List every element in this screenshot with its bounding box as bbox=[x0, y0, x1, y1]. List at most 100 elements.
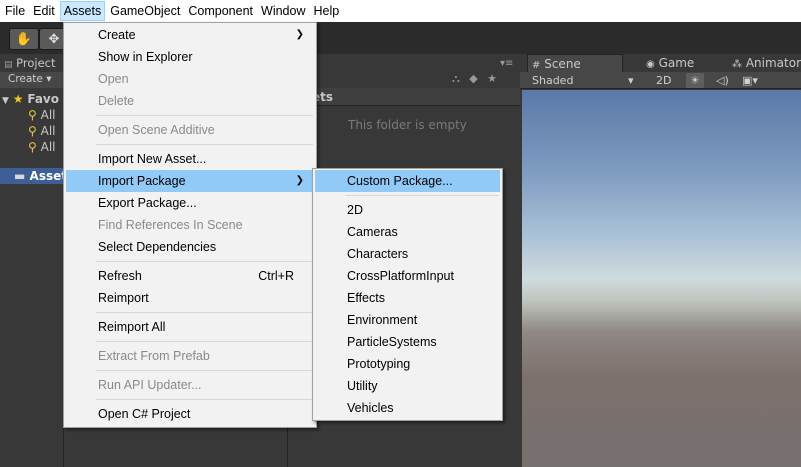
menu-item-custom-package[interactable]: Custom Package... bbox=[315, 170, 500, 192]
favorites-row[interactable]: ▼ ★ Favo bbox=[0, 91, 59, 107]
menu-item-package-characters[interactable]: Characters bbox=[315, 243, 500, 265]
star-icon: ★ bbox=[12, 92, 24, 106]
favorites-item[interactable]: ⚲ All bbox=[28, 107, 56, 123]
menu-item-package-2d[interactable]: 2D bbox=[315, 199, 500, 221]
project-tab-label: Project bbox=[16, 56, 56, 70]
animator-icon: ⁂ bbox=[732, 59, 742, 70]
assets-menu: Create ❯ Show in Explorer Open Delete Op… bbox=[63, 22, 317, 428]
tab-scene[interactable]: # Scene bbox=[527, 54, 623, 72]
audio-toggle-icon[interactable]: ◁) bbox=[716, 73, 729, 88]
2d-toggle-label: 2D bbox=[656, 74, 672, 87]
chevron-down-icon[interactable]: ▾ bbox=[628, 73, 634, 88]
menu-item-open-scene-additive: Open Scene Additive bbox=[98, 123, 215, 137]
tab-scene-label: Scene bbox=[544, 57, 581, 71]
menu-item-package-utility[interactable]: Utility bbox=[315, 375, 500, 397]
menu-item-refresh[interactable]: Refresh Ctrl+R bbox=[66, 265, 314, 287]
favorites-item-label: All bbox=[40, 140, 56, 154]
menu-item-reimport[interactable]: Reimport bbox=[66, 287, 314, 309]
favorite-star-icon[interactable]: ★ bbox=[487, 72, 497, 85]
menu-help[interactable]: Help bbox=[310, 1, 342, 21]
menu-item-show-in-explorer[interactable]: Show in Explorer bbox=[66, 46, 314, 68]
chevron-right-icon: ❯ bbox=[295, 29, 304, 40]
project-search-tools: ⛬ ◆ ★ bbox=[452, 72, 520, 86]
menu-item-delete: Delete bbox=[98, 94, 135, 108]
tab-animator[interactable]: ⁂ Animator bbox=[728, 54, 801, 72]
create-dropdown[interactable]: Create ▾ bbox=[8, 73, 52, 85]
panel-options-icon[interactable]: ▾≡ bbox=[500, 58, 513, 69]
search-icon: ⚲ bbox=[28, 108, 37, 122]
menu-separator bbox=[96, 312, 313, 313]
shading-mode-label: Shaded bbox=[532, 74, 574, 87]
shading-mode-dropdown[interactable]: Shaded bbox=[532, 73, 573, 88]
menu-item-import-package[interactable]: Import Package ❯ bbox=[66, 170, 314, 192]
menu-bar: File Edit Assets GameObject Component Wi… bbox=[0, 0, 801, 22]
menu-item-select-dependencies[interactable]: Select Dependencies bbox=[66, 236, 314, 258]
scene-panel: # Scene ◉ Game ⁂ Animator Shaded ▾ 2D ☀ … bbox=[520, 54, 801, 467]
filter-type-icon[interactable]: ⛬ bbox=[452, 72, 460, 85]
menu-item-package-particlesystems[interactable]: ParticleSystems bbox=[315, 331, 500, 353]
menu-separator bbox=[96, 261, 313, 262]
menu-item-label: Refresh bbox=[98, 269, 142, 283]
search-icon: ⚲ bbox=[28, 124, 37, 138]
favorites-item-label: All bbox=[40, 124, 56, 138]
favorites-item[interactable]: ⚲ All bbox=[28, 139, 56, 155]
favorites-label: Favo bbox=[27, 92, 60, 106]
menu-component[interactable]: Component bbox=[185, 1, 256, 21]
menu-separator bbox=[96, 370, 313, 371]
project-panel: ▤ Project Create ▾ ▼ ★ Favo ⚲ All ⚲ All … bbox=[0, 54, 67, 467]
favorites-item[interactable]: ⚲ All bbox=[28, 123, 56, 139]
favorites-item-label: All bbox=[40, 108, 56, 122]
menu-edit[interactable]: Edit bbox=[30, 1, 58, 21]
menu-item-open-csharp-project[interactable]: Open C# Project bbox=[66, 403, 314, 425]
menu-item-label: Create bbox=[98, 28, 136, 42]
game-icon: ◉ bbox=[646, 59, 655, 70]
menu-item-export-package[interactable]: Export Package... bbox=[66, 192, 314, 214]
menu-item-package-environment[interactable]: Environment bbox=[315, 309, 500, 331]
menu-item-find-references: Find References In Scene bbox=[98, 218, 243, 232]
menu-item-extract-from-prefab: Extract From Prefab bbox=[98, 349, 210, 363]
scene-viewport[interactable] bbox=[522, 90, 801, 467]
lighting-toggle-icon[interactable]: ☀ bbox=[686, 73, 704, 88]
project-toolbar: Create ▾ bbox=[0, 72, 63, 88]
menu-separator bbox=[96, 399, 313, 400]
menu-gameobject[interactable]: GameObject bbox=[107, 1, 183, 21]
menu-separator bbox=[96, 144, 313, 145]
menu-item-package-prototyping[interactable]: Prototyping bbox=[315, 353, 500, 375]
assets-breadcrumb: ets bbox=[288, 88, 521, 106]
menu-item-create[interactable]: Create ❯ bbox=[66, 24, 314, 46]
menu-window[interactable]: Window bbox=[258, 1, 308, 21]
folder-icon: ▬ bbox=[14, 169, 26, 183]
menu-separator bbox=[345, 195, 499, 196]
menu-separator bbox=[96, 115, 313, 116]
assets-folder-row[interactable]: ▬ Asset bbox=[0, 168, 67, 184]
grid-icon: # bbox=[532, 60, 541, 71]
empty-folder-text: This folder is empty bbox=[348, 118, 467, 132]
menu-item-import-new-asset[interactable]: Import New Asset... bbox=[66, 148, 314, 170]
menu-item-package-crossplatforminput[interactable]: CrossPlatformInput bbox=[315, 265, 500, 287]
expand-arrow-icon[interactable]: ▼ bbox=[2, 96, 9, 106]
hand-tool-icon[interactable]: ✋ bbox=[9, 28, 39, 50]
tab-animator-label: Animator bbox=[745, 56, 801, 70]
menu-assets[interactable]: Assets bbox=[59, 1, 106, 21]
chevron-right-icon: ❯ bbox=[295, 175, 304, 186]
menu-item-package-effects[interactable]: Effects bbox=[315, 287, 500, 309]
import-package-submenu: Custom Package... 2D Cameras Characters … bbox=[312, 168, 503, 421]
assets-folder-label: Asset bbox=[29, 169, 67, 183]
tab-game-label: Game bbox=[658, 56, 695, 70]
menu-file[interactable]: File bbox=[2, 1, 28, 21]
project-tab[interactable]: ▤ Project bbox=[4, 54, 56, 72]
2d-toggle-button[interactable]: 2D bbox=[656, 73, 671, 88]
scene-toolbar: Shaded ▾ 2D ☀ ◁) ▣▾ bbox=[520, 72, 801, 89]
menu-item-run-api-updater: Run API Updater... bbox=[98, 378, 202, 392]
menu-item-label: Import Package bbox=[98, 174, 186, 188]
menu-item-reimport-all[interactable]: Reimport All bbox=[66, 316, 314, 338]
menu-item-package-cameras[interactable]: Cameras bbox=[315, 221, 500, 243]
menu-item-shortcut: Ctrl+R bbox=[258, 269, 294, 283]
tab-game[interactable]: ◉ Game bbox=[642, 54, 694, 72]
label-icon[interactable]: ◆ bbox=[469, 72, 477, 85]
menu-separator bbox=[96, 341, 313, 342]
search-icon: ⚲ bbox=[28, 140, 37, 154]
folder-icon: ▤ bbox=[4, 60, 13, 70]
effects-dropdown-icon[interactable]: ▣▾ bbox=[742, 73, 758, 88]
menu-item-package-vehicles[interactable]: Vehicles bbox=[315, 397, 500, 419]
